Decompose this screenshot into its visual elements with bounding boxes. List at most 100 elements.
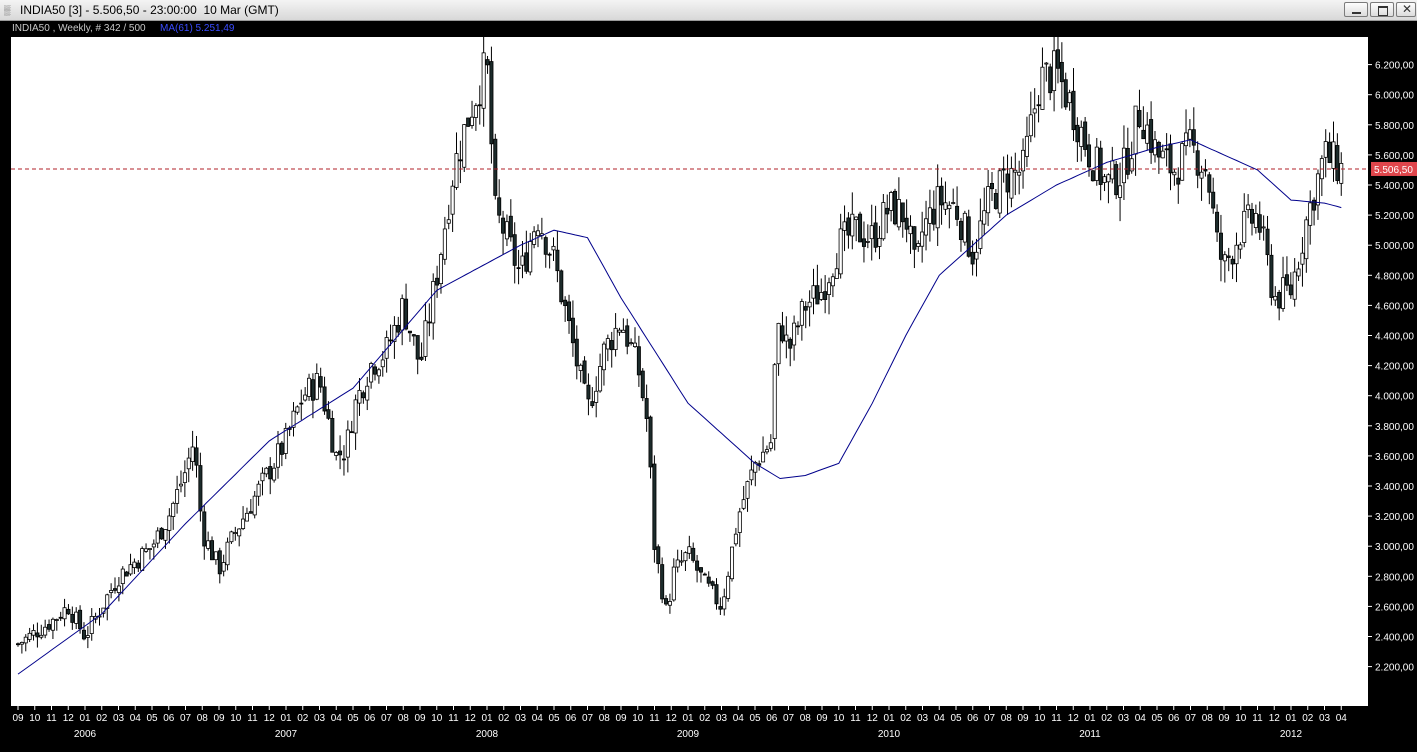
candle-body[interactable] [865,241,870,243]
price-chart[interactable]: INDIA50 , Weekly, # 342 / 500 MA(61) 5.2… [0,21,1417,747]
candle-body[interactable] [788,338,793,349]
candle-body[interactable] [237,528,242,537]
candle-body[interactable] [1036,104,1041,107]
candle-body[interactable] [1125,147,1130,175]
candle-body[interactable] [210,540,215,561]
candle-body[interactable] [39,634,44,638]
candle-body[interactable] [951,202,956,204]
candle-body[interactable] [846,217,851,236]
candle-body[interactable] [1180,143,1185,181]
candle-body[interactable] [400,298,405,331]
candle-body[interactable] [687,546,692,554]
candle-body[interactable] [792,322,797,346]
candle-body[interactable] [943,202,948,210]
candle-body[interactable] [1164,148,1169,151]
candle-body[interactable] [601,343,606,371]
candle-body[interactable] [970,251,975,265]
candle-body[interactable] [881,202,886,240]
candle-body[interactable] [330,418,335,453]
candle-body[interactable] [1238,244,1243,250]
candle-body[interactable] [1249,208,1254,224]
candle-body[interactable] [706,576,711,584]
candle-body[interactable] [815,285,820,305]
candle-body[interactable] [1288,284,1293,296]
candle-body[interactable] [1156,141,1161,158]
candle-body[interactable] [427,321,432,324]
candle-body[interactable] [543,237,548,255]
candle-body[interactable] [1040,66,1045,110]
candle-body[interactable] [407,330,412,334]
candle-body[interactable] [1160,150,1165,159]
candle-body[interactable] [520,255,525,266]
candle-body[interactable] [1304,219,1309,260]
candle-body[interactable] [128,564,133,575]
candle-body[interactable] [310,379,315,401]
minimize-button[interactable] [1344,2,1368,17]
candle-body[interactable] [861,238,866,247]
candle-body[interactable] [163,529,168,541]
candle-body[interactable] [827,282,832,295]
candle-body[interactable] [442,228,447,260]
candle-body[interactable] [974,251,979,260]
candle-body[interactable] [621,329,626,333]
candle-body[interactable] [850,213,855,237]
candle-body[interactable] [1079,126,1084,147]
candle-body[interactable] [636,346,641,376]
candle-body[interactable] [213,551,218,561]
candle-body[interactable] [710,581,715,586]
candle-body[interactable] [140,548,145,571]
candle-body[interactable] [1269,254,1274,298]
candle-body[interactable] [718,606,723,610]
candle-body[interactable] [625,325,630,347]
candle-body[interactable] [435,277,440,286]
candle-body[interactable] [349,431,354,434]
candle-body[interactable] [916,243,921,247]
candle-body[interactable] [178,483,183,487]
candle-body[interactable] [159,527,164,540]
candle-body[interactable] [62,607,67,620]
candle-body[interactable] [221,562,226,572]
candle-body[interactable] [190,446,195,463]
candle-body[interactable] [741,499,746,509]
candle-body[interactable] [761,451,766,463]
candle-body[interactable] [982,210,987,225]
candle-body[interactable] [81,629,86,640]
candle-body[interactable] [175,489,180,504]
candle-body[interactable] [733,533,738,545]
candle-body[interactable] [132,561,137,569]
candle-body[interactable] [396,325,401,333]
candle-body[interactable] [722,596,727,610]
candle-body[interactable] [470,116,475,126]
candle-body[interactable] [1013,169,1018,173]
candle-body[interactable] [1203,169,1208,172]
candle-body[interactable] [85,635,90,638]
candle-body[interactable] [47,624,52,630]
candle-body[interactable] [388,339,393,342]
candle-body[interactable] [683,552,688,562]
candle-body[interactable] [768,442,773,449]
candle-body[interactable] [823,291,828,300]
candle-body[interactable] [691,547,696,561]
candle-body[interactable] [1273,295,1278,301]
candle-body[interactable] [830,276,835,287]
candle-body[interactable] [1199,171,1204,179]
candle-body[interactable] [477,104,482,107]
candle-body[interactable] [737,511,742,533]
candle-body[interactable] [1059,61,1064,83]
candle-body[interactable] [411,334,416,337]
candle-body[interactable] [1094,146,1099,181]
candle-body[interactable] [338,450,343,456]
candle-body[interactable] [1242,210,1247,243]
candle-body[interactable] [551,245,556,251]
candle-body[interactable] [446,219,451,224]
candle-body[interactable] [438,254,443,285]
candle-body[interactable] [1044,62,1049,65]
candle-body[interactable] [889,192,894,211]
candle-body[interactable] [244,512,249,522]
candle-body[interactable] [493,138,498,196]
candle-body[interactable] [547,253,552,256]
candle-body[interactable] [365,385,370,401]
candle-body[interactable] [1098,147,1103,185]
candle-body[interactable] [613,327,618,350]
candle-body[interactable] [151,543,156,548]
